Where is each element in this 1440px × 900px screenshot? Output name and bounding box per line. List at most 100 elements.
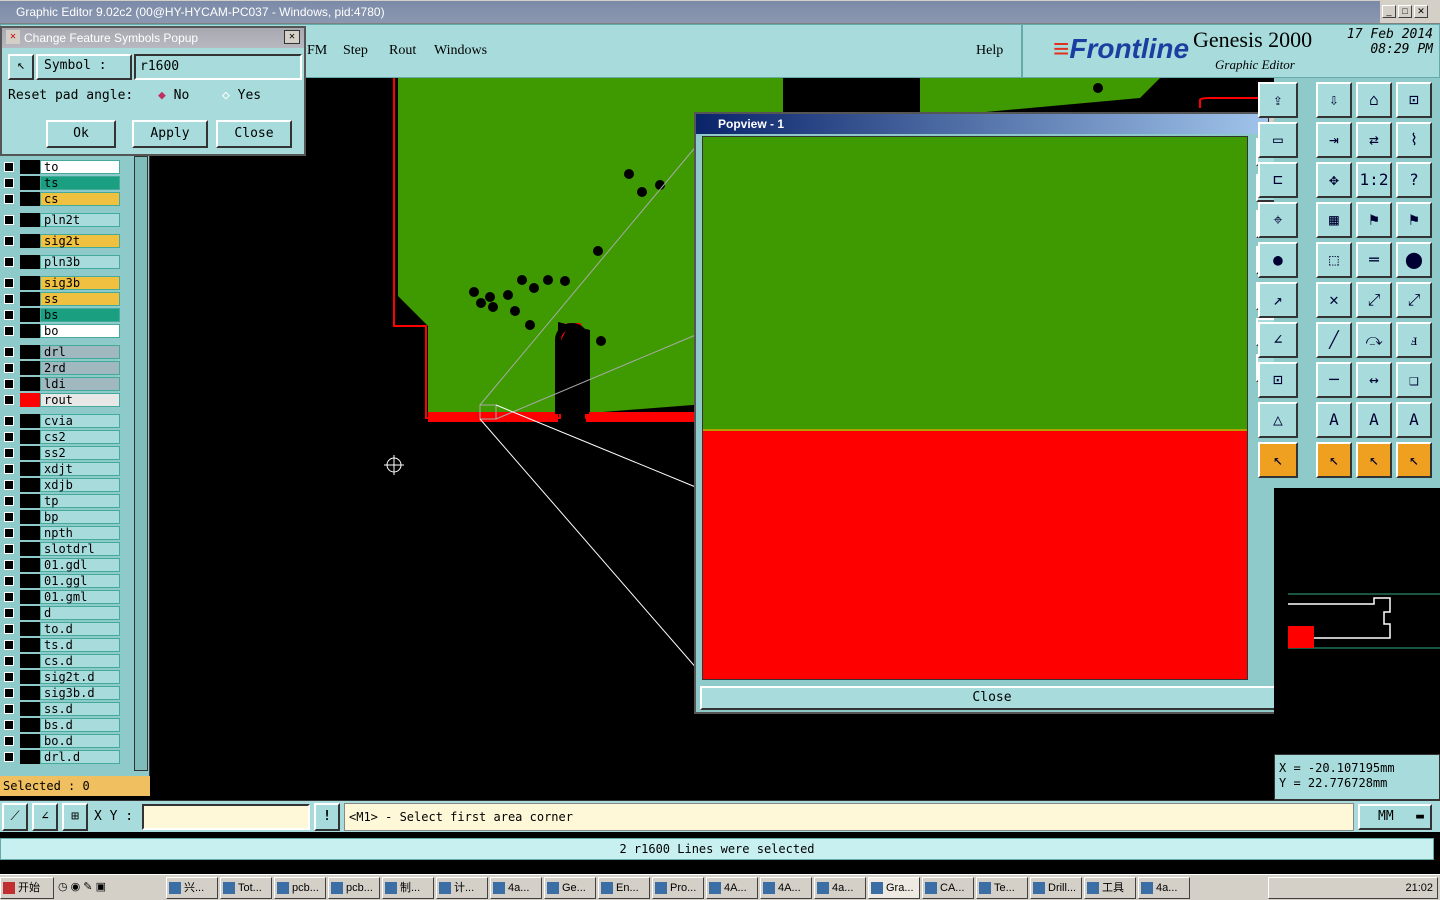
- layer-checkbox[interactable]: [4, 395, 14, 405]
- zigzag-icon[interactable]: ⌇: [1396, 122, 1432, 158]
- arrow-a-icon[interactable]: ↖: [1258, 442, 1298, 478]
- layer-row[interactable]: to: [4, 160, 120, 174]
- layer-checkbox[interactable]: [4, 236, 14, 246]
- taskbar-item[interactable]: 兴...: [166, 876, 218, 899]
- layer-checkbox[interactable]: [4, 448, 14, 458]
- layers-b-icon[interactable]: ⚑: [1396, 202, 1432, 238]
- layer-checkbox[interactable]: [4, 464, 14, 474]
- pan-icon[interactable]: ✥: [1316, 162, 1352, 198]
- layer-row[interactable]: npth: [4, 526, 120, 540]
- taskbar-item[interactable]: CA...: [922, 876, 974, 899]
- ruler-icon[interactable]: ═: [1356, 242, 1392, 278]
- layer-checkbox[interactable]: [4, 416, 14, 426]
- node-c-icon[interactable]: ⤢: [1396, 282, 1432, 318]
- layer-checkbox[interactable]: [4, 347, 14, 357]
- layer-checkbox[interactable]: [4, 512, 14, 522]
- close-button[interactable]: Close: [216, 120, 292, 148]
- layer-row[interactable]: 2rd: [4, 361, 120, 375]
- taskbar-item[interactable]: pcb...: [274, 876, 326, 899]
- popup-close-icon[interactable]: ✕: [284, 30, 300, 44]
- layer-row[interactable]: bo.d: [4, 734, 120, 748]
- layer-checkbox[interactable]: [4, 624, 14, 634]
- layer-row[interactable]: drl.d: [4, 750, 120, 764]
- dot-icon[interactable]: ⬤: [1396, 242, 1432, 278]
- arc-icon[interactable]: ⤼: [1356, 322, 1392, 358]
- grid-icon[interactable]: ▦: [1316, 202, 1352, 238]
- layer-checkbox[interactable]: [4, 640, 14, 650]
- taskbar-item[interactable]: Drill...: [1030, 876, 1082, 899]
- layer-checkbox[interactable]: [4, 720, 14, 730]
- apply-button[interactable]: Apply: [132, 120, 208, 148]
- layer-checkbox[interactable]: [4, 162, 14, 172]
- layer-checkbox[interactable]: [4, 672, 14, 682]
- crop-icon[interactable]: ⊏: [1258, 162, 1298, 198]
- layer-row[interactable]: ss2: [4, 446, 120, 460]
- swap-icon[interactable]: ⇄: [1356, 122, 1392, 158]
- group-icon[interactable]: ▭: [1258, 122, 1298, 158]
- popview-area[interactable]: [702, 136, 1248, 680]
- layer-row[interactable]: xdjb: [4, 478, 120, 492]
- layer-checkbox[interactable]: [4, 294, 14, 304]
- layer-checkbox[interactable]: [4, 178, 14, 188]
- move-icon[interactable]: ⇥: [1316, 122, 1352, 158]
- taskbar-item[interactable]: Pro...: [652, 876, 704, 899]
- layer-checkbox[interactable]: [4, 560, 14, 570]
- layer-row[interactable]: 01.gdl: [4, 558, 120, 572]
- layer-row[interactable]: sig3b: [4, 276, 120, 290]
- layer-checkbox[interactable]: [4, 576, 14, 586]
- copy-down-icon[interactable]: ⇩: [1316, 82, 1352, 118]
- layer-row[interactable]: cs2: [4, 430, 120, 444]
- taskbar-item[interactable]: Tot...: [220, 876, 272, 899]
- node-a-icon[interactable]: ↗: [1258, 282, 1298, 318]
- layer-checkbox[interactable]: [4, 656, 14, 666]
- layer-row[interactable]: bs: [4, 308, 120, 322]
- copy-up-icon[interactable]: ⇪: [1258, 82, 1298, 118]
- layer-checkbox[interactable]: [4, 736, 14, 746]
- layer-row[interactable]: sig3b.d: [4, 686, 120, 700]
- menu-fm[interactable]: FM: [307, 43, 327, 59]
- arrow-b-icon[interactable]: ↖: [1316, 442, 1352, 478]
- angle-a-icon[interactable]: ∠: [1258, 322, 1298, 358]
- layer-checkbox[interactable]: [4, 363, 14, 373]
- layer-row[interactable]: cs: [4, 192, 120, 206]
- minimize-button[interactable]: _: [1382, 5, 1396, 18]
- maximize-button[interactable]: □: [1398, 5, 1412, 18]
- layers-a-icon[interactable]: ⚑: [1356, 202, 1392, 238]
- arrow-c-icon[interactable]: ↖: [1356, 442, 1392, 478]
- layer-row[interactable]: cs.d: [4, 654, 120, 668]
- arrow-d-icon[interactable]: ↖: [1396, 442, 1432, 478]
- layer-checkbox[interactable]: [4, 194, 14, 204]
- layer-scrollbar[interactable]: [134, 156, 148, 771]
- taskbar-item[interactable]: 4A...: [760, 876, 812, 899]
- taskbar-item[interactable]: Ge...: [544, 876, 596, 899]
- layer-row[interactable]: bs.d: [4, 718, 120, 732]
- layer-checkbox[interactable]: [4, 528, 14, 538]
- start-button[interactable]: 开始: [0, 876, 54, 899]
- menu-help[interactable]: Help: [976, 43, 1003, 59]
- ff-icon[interactable]: ⅎ: [1396, 322, 1432, 358]
- one-to-one-icon[interactable]: 1:2: [1356, 162, 1392, 198]
- layer-checkbox[interactable]: [4, 215, 14, 225]
- layer-checkbox[interactable]: [4, 608, 14, 618]
- symbol-input[interactable]: r1600: [134, 54, 302, 80]
- layer-row[interactable]: ss: [4, 292, 120, 306]
- taskbar-item[interactable]: 计...: [436, 876, 488, 899]
- layer-checkbox[interactable]: [4, 257, 14, 267]
- layer-row[interactable]: xdjt: [4, 462, 120, 476]
- pad-red-icon[interactable]: ⊡: [1258, 362, 1298, 398]
- pad-icon[interactable]: ●: [1258, 242, 1298, 278]
- measure-icon[interactable]: ∠: [32, 803, 58, 831]
- layer-row[interactable]: ss.d: [4, 702, 120, 716]
- layer-checkbox[interactable]: [4, 688, 14, 698]
- close-window-button[interactable]: ✕: [1414, 5, 1428, 18]
- home-icon[interactable]: ⌂: [1356, 82, 1392, 118]
- taskbar-item[interactable]: En...: [598, 876, 650, 899]
- taskbar-item[interactable]: 4a...: [814, 876, 866, 899]
- taskbar-item[interactable]: Gra...: [868, 876, 920, 899]
- layer-row[interactable]: ldi: [4, 377, 120, 391]
- snap-icon[interactable]: ⟋: [2, 803, 28, 831]
- layer-checkbox[interactable]: [4, 496, 14, 506]
- taskbar-item[interactable]: 4A...: [706, 876, 758, 899]
- tri-d-icon[interactable]: A: [1396, 402, 1432, 438]
- layer-checkbox[interactable]: [4, 432, 14, 442]
